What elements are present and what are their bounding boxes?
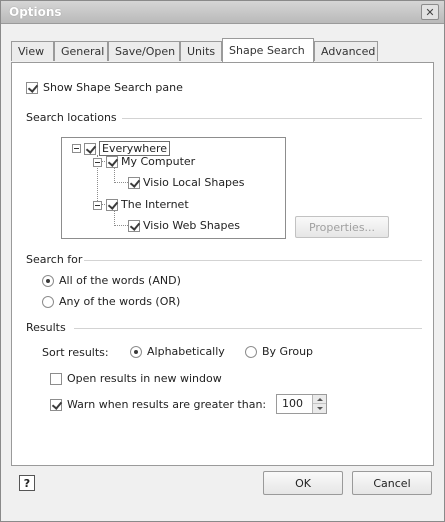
sort-by-group-option[interactable]: By Group [245, 345, 313, 358]
show-pane-option[interactable]: Show Shape Search pane [26, 81, 183, 94]
warn-results-option[interactable]: Warn when results are greater than: [50, 398, 266, 411]
tab-view[interactable]: View [11, 41, 54, 61]
warn-results-checkbox[interactable] [50, 398, 62, 411]
options-dialog: Options ✕ View General Save/Open Units S… [0, 0, 445, 522]
visio-local-shapes-checkbox[interactable] [128, 176, 140, 189]
tree-line [114, 182, 128, 183]
the-internet-label: The Internet [121, 198, 189, 211]
results-limit-value[interactable]: 100 [282, 397, 303, 410]
collapse-everywhere-icon[interactable] [72, 144, 81, 153]
tree-node-the-internet[interactable]: The Internet [106, 198, 189, 211]
results-limit-spinner[interactable]: 100 [276, 394, 327, 414]
show-pane-label: Show Shape Search pane [43, 81, 183, 94]
open-new-window-option[interactable]: Open results in new window [50, 372, 222, 385]
search-all-words-option[interactable]: All of the words (AND) [42, 274, 181, 287]
any-words-label: Any of the words (OR) [59, 295, 181, 308]
section-divider [74, 328, 422, 329]
all-words-radio[interactable] [42, 274, 54, 287]
help-icon[interactable]: ? [19, 475, 35, 491]
by-group-label: By Group [262, 345, 314, 358]
ok-button[interactable]: OK [263, 471, 343, 495]
warn-results-label: Warn when results are greater than: [67, 398, 267, 411]
spinner-buttons [312, 395, 326, 413]
tree-node-my-computer[interactable]: My Computer [106, 155, 195, 168]
search-locations-tree[interactable]: Everywhere My Computer Visio Local Shape… [61, 137, 286, 239]
everywhere-label: Everywhere [99, 141, 171, 156]
search-for-heading: Search for [26, 253, 83, 266]
the-internet-checkbox[interactable] [106, 198, 118, 211]
tab-units[interactable]: Units [180, 41, 222, 61]
tab-advanced[interactable]: Advanced [314, 41, 378, 61]
all-words-label: All of the words (AND) [59, 274, 181, 287]
open-new-window-checkbox[interactable] [50, 372, 62, 385]
alphabetically-radio[interactable] [130, 345, 142, 358]
tab-general[interactable]: General [54, 41, 108, 61]
everywhere-checkbox[interactable] [84, 142, 96, 155]
up-arrow-icon [316, 397, 323, 401]
sort-results-label: Sort results: [42, 346, 109, 359]
tree-line [114, 225, 128, 226]
results-heading: Results [26, 321, 66, 334]
collapse-my-computer-icon[interactable] [93, 158, 102, 167]
by-group-radio[interactable] [245, 345, 257, 358]
open-new-window-label: Open results in new window [67, 372, 222, 385]
cancel-button[interactable]: Cancel [352, 471, 432, 495]
search-any-words-option[interactable]: Any of the words (OR) [42, 295, 180, 308]
show-pane-checkbox[interactable] [26, 81, 38, 94]
tree-node-visio-local-shapes[interactable]: Visio Local Shapes [128, 176, 245, 189]
visio-local-shapes-label: Visio Local Shapes [143, 176, 245, 189]
tree-node-visio-web-shapes[interactable]: Visio Web Shapes [128, 219, 240, 232]
tab-shape-search[interactable]: Shape Search [222, 38, 314, 62]
close-icon: ✕ [425, 5, 435, 19]
alphabetically-label: Alphabetically [147, 345, 225, 358]
spinner-down-button[interactable] [313, 404, 326, 413]
shape-search-panel: Show Shape Search pane Search locations … [11, 62, 434, 466]
visio-web-shapes-label: Visio Web Shapes [143, 219, 241, 232]
sort-alphabetically-option[interactable]: Alphabetically [130, 345, 225, 358]
down-arrow-icon [316, 407, 323, 410]
tree-node-everywhere[interactable]: Everywhere [84, 141, 171, 156]
visio-web-shapes-checkbox[interactable] [128, 219, 140, 232]
tree-line [114, 209, 115, 226]
section-divider [122, 118, 422, 119]
search-locations-heading: Search locations [26, 111, 117, 124]
tree-line [114, 166, 115, 183]
close-button[interactable]: ✕ [421, 4, 439, 20]
section-divider [84, 260, 422, 261]
any-words-radio[interactable] [42, 295, 54, 308]
my-computer-checkbox[interactable] [106, 155, 118, 168]
my-computer-label: My Computer [121, 155, 196, 168]
tab-save-open[interactable]: Save/Open [108, 41, 180, 61]
collapse-internet-icon[interactable] [93, 201, 102, 210]
window-title: Options [9, 5, 62, 19]
properties-button[interactable]: Properties... [295, 216, 389, 238]
title-bar[interactable]: Options ✕ [1, 1, 444, 24]
spinner-up-button[interactable] [313, 395, 326, 404]
